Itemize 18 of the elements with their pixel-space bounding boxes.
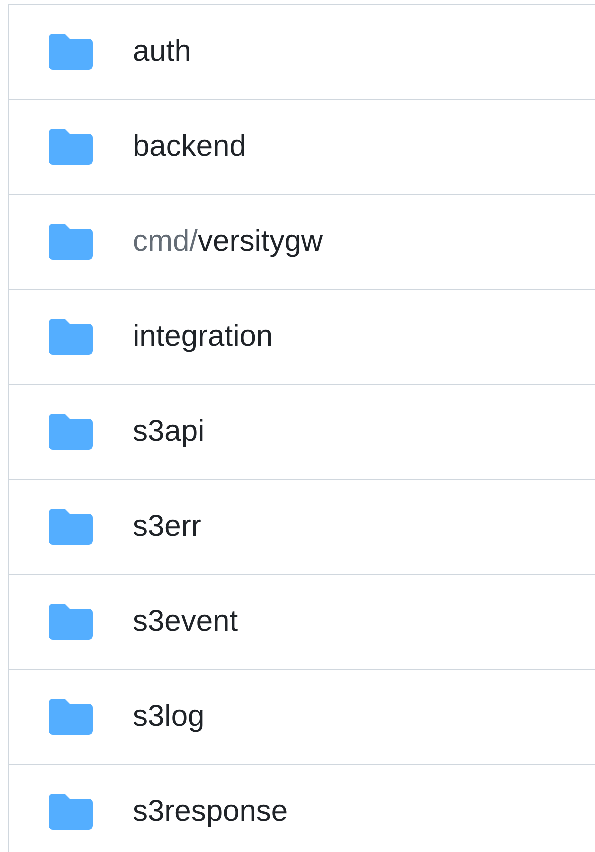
- folder-link[interactable]: s3response: [133, 795, 288, 829]
- folder-link[interactable]: cmd/versitygw: [133, 225, 324, 259]
- folder-icon: [49, 604, 93, 640]
- folder-icon: [49, 34, 93, 70]
- folder-icon: [49, 414, 93, 450]
- folder-link[interactable]: integration: [133, 320, 274, 354]
- folder-link[interactable]: s3err: [133, 510, 202, 544]
- folder-link[interactable]: s3api: [133, 415, 205, 449]
- folder-link[interactable]: auth: [133, 35, 192, 69]
- folder-icon: [49, 319, 93, 355]
- folder-link[interactable]: backend: [133, 130, 246, 164]
- folder-link[interactable]: s3log: [133, 700, 205, 734]
- folder-icon: [49, 129, 93, 165]
- folder-icon: [49, 224, 93, 260]
- folder-icon: [49, 509, 93, 545]
- folder-icon: [49, 699, 93, 735]
- folder-link[interactable]: s3event: [133, 605, 238, 639]
- folder-icon: [49, 794, 93, 830]
